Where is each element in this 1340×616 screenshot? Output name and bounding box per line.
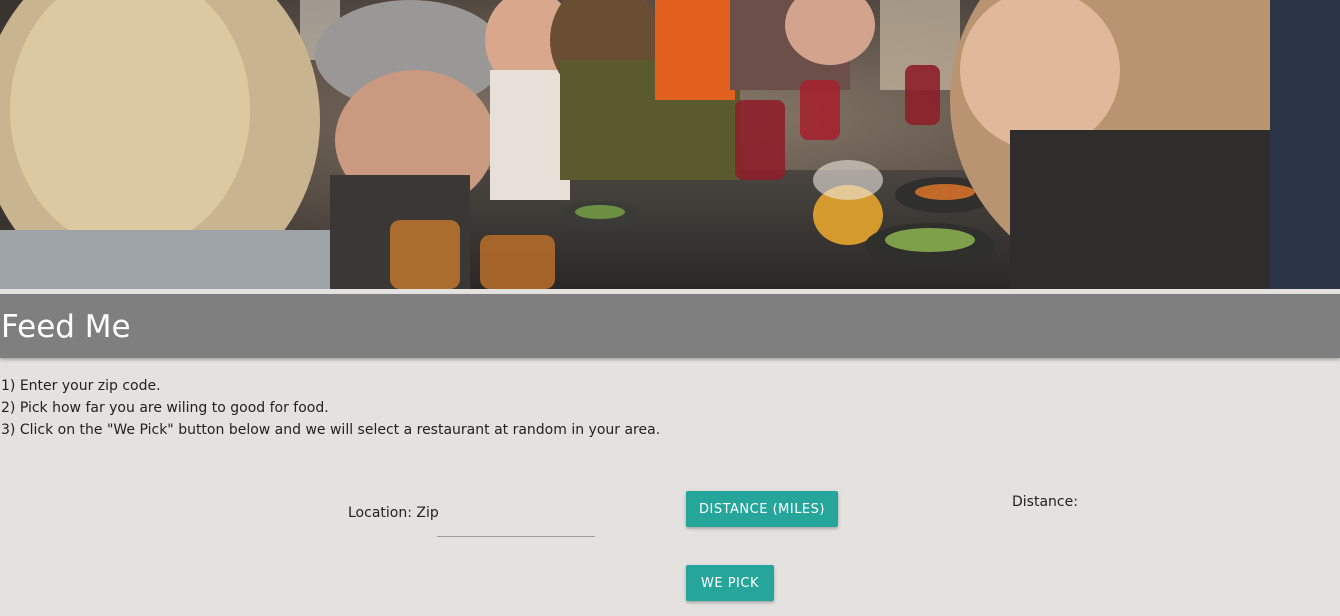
hero-image	[0, 0, 1340, 289]
we-pick-button[interactable]: We Pick	[686, 565, 774, 601]
people-dining-photo-icon	[0, 0, 1340, 289]
instruction-step-1: 1) Enter your zip code.	[1, 378, 161, 394]
page-title: Feed Me	[1, 309, 131, 345]
instructions: 1) Enter your zip code. 2) Pick how far …	[1, 375, 660, 441]
zip-input[interactable]	[437, 504, 595, 537]
instruction-step-3: 3) Click on the "We Pick" button below a…	[1, 422, 661, 438]
distance-dropdown-button[interactable]: Distance (Miles)	[686, 491, 838, 527]
instruction-step-2: 2) Pick how far you are wiling to good f…	[1, 400, 329, 416]
header-bar: Feed Me	[0, 294, 1340, 358]
distance-label: Distance:	[1012, 494, 1078, 510]
zip-label: Location: Zip	[348, 505, 439, 521]
